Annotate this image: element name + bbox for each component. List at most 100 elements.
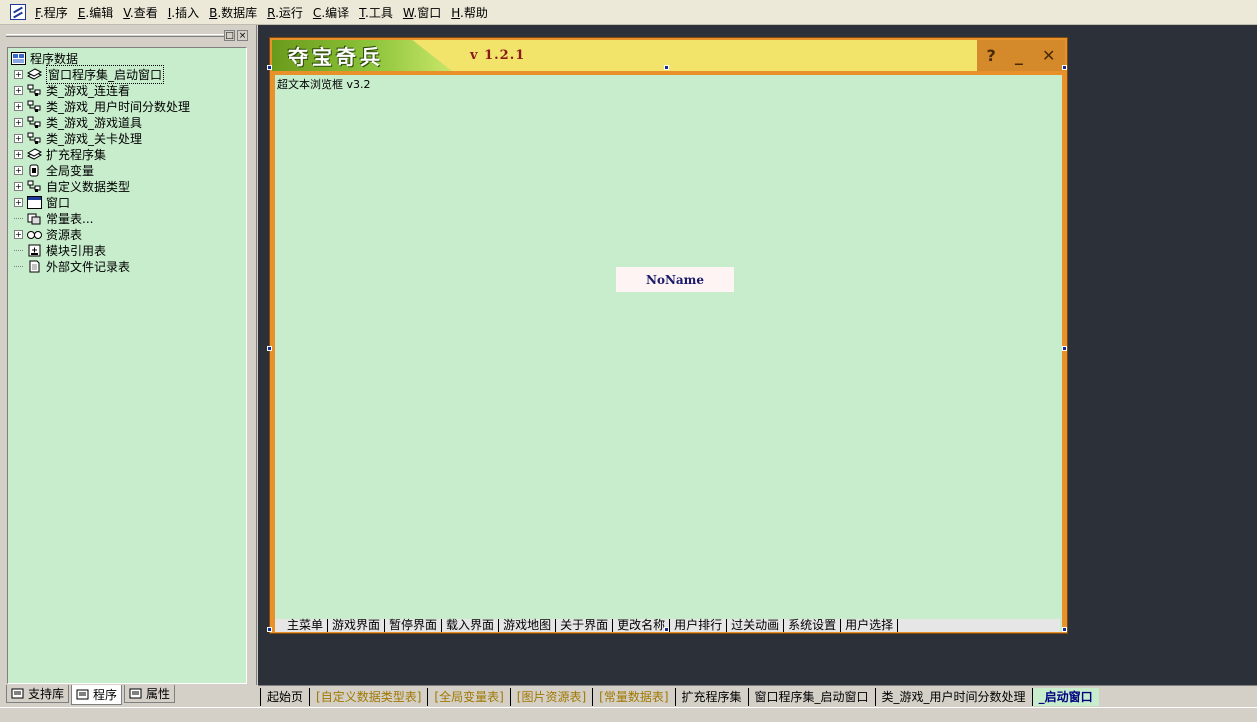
menu-label: .编辑 bbox=[85, 5, 114, 20]
tree-node[interactable]: + 窗口 bbox=[10, 194, 246, 210]
resize-handle[interactable] bbox=[664, 627, 669, 632]
tree-connector bbox=[14, 217, 23, 219]
document-tab[interactable]: 类_游戏_用户时间分数处理 bbox=[874, 687, 1032, 706]
document-tab[interactable]: [全局变量表] bbox=[427, 687, 509, 706]
form-tab[interactable]: 过关动画 bbox=[727, 619, 785, 632]
menu-item[interactable]: H.帮助 bbox=[446, 4, 493, 21]
tree-connector bbox=[14, 249, 23, 251]
menu-item[interactable]: R.运行 bbox=[262, 4, 308, 21]
resize-handle[interactable] bbox=[1062, 65, 1067, 70]
constant-icon bbox=[26, 211, 42, 225]
startup-window-form[interactable]: 夺宝奇兵 v 1.2.1 ? _ ✕ 超文本浏览框 v3.2 NoName 主菜… bbox=[269, 37, 1068, 634]
expand-toggle[interactable]: + bbox=[14, 197, 23, 207]
expand-toggle[interactable]: + bbox=[14, 133, 23, 143]
menu-item[interactable]: V.查看 bbox=[118, 4, 163, 21]
menu-accelerator: H bbox=[451, 5, 461, 20]
menu-item[interactable]: C.编译 bbox=[308, 4, 354, 21]
tree-node[interactable]: + 资源表 bbox=[10, 226, 246, 242]
form-tab[interactable]: 用户排行 bbox=[670, 619, 728, 632]
title-controls: ? _ ✕ bbox=[977, 40, 1065, 71]
expand-toggle[interactable]: + bbox=[14, 165, 23, 175]
document-tab[interactable]: 扩充程序集 bbox=[674, 687, 748, 706]
document-tab[interactable]: 起始页 bbox=[260, 687, 309, 706]
document-tab[interactable]: [自定义数据类型表] bbox=[309, 687, 427, 706]
tree-node[interactable]: + 全局变量 bbox=[10, 162, 246, 178]
expand-toggle[interactable]: + bbox=[14, 69, 23, 79]
tree-node[interactable]: + 窗口程序集_启动窗口 bbox=[10, 64, 246, 84]
help-button[interactable]: ? bbox=[987, 46, 996, 65]
form-tab[interactable]: 更改名称 bbox=[613, 619, 671, 632]
file-icon bbox=[26, 259, 42, 273]
document-tab[interactable]: [图片资源表] bbox=[509, 687, 592, 706]
tree-node-label: 资源表 bbox=[46, 227, 83, 242]
resize-handle[interactable] bbox=[267, 346, 272, 351]
document-tab[interactable]: [常量数据表] bbox=[592, 687, 674, 706]
menu-label: .编译 bbox=[321, 5, 350, 20]
menu-item[interactable]: E.编辑 bbox=[73, 4, 118, 21]
window-icon bbox=[26, 195, 42, 209]
document-tabs: 起始页 [自定义数据类型表] [全局变量表] [图片资源表] [常量数据表] 扩充程序集窗… bbox=[258, 685, 1257, 707]
tree-node[interactable]: + 类_游戏_用户时间分数处理 bbox=[10, 98, 246, 114]
menu-label: .数据库 bbox=[217, 5, 258, 20]
expand-toggle[interactable]: + bbox=[14, 85, 23, 95]
left-tab[interactable]: 程序 bbox=[71, 685, 123, 705]
module-icon bbox=[26, 243, 42, 257]
left-panel-tabs: 支持库 程序 属性 bbox=[0, 685, 257, 707]
menu-item[interactable]: B.数据库 bbox=[204, 4, 262, 21]
resize-handle[interactable] bbox=[664, 65, 669, 70]
variable-icon bbox=[26, 163, 42, 177]
menu-label: .帮助 bbox=[460, 5, 488, 20]
program-icon bbox=[76, 689, 90, 701]
tree-node[interactable]: + 类_游戏_关卡处理 bbox=[10, 130, 246, 146]
form-tab[interactable]: 游戏界面 bbox=[328, 619, 386, 632]
form-tab[interactable]: 系统设置 bbox=[784, 619, 842, 632]
tree-node[interactable]: 常量表... bbox=[10, 210, 246, 226]
resize-handle[interactable] bbox=[1062, 346, 1067, 351]
version-label: v 1.2.1 bbox=[470, 48, 526, 63]
pin-button[interactable]: □ bbox=[224, 30, 235, 41]
close-panel-button[interactable]: × bbox=[237, 30, 248, 41]
panel-header: □ × bbox=[0, 28, 257, 43]
form-tab[interactable]: 载入界面 bbox=[442, 619, 500, 632]
expand-toggle[interactable]: + bbox=[14, 117, 23, 127]
tree-node[interactable]: + 自定义数据类型 bbox=[10, 178, 246, 194]
menu-label: .查看 bbox=[129, 5, 158, 20]
tree-node[interactable]: + 类_游戏_连连看 bbox=[10, 82, 246, 98]
form-client-area[interactable]: 超文本浏览框 v3.2 NoName 主菜单 游戏界面 暂停界面 载入界面 游戏地图 关于… bbox=[275, 75, 1062, 632]
expand-toggle[interactable]: + bbox=[14, 149, 23, 159]
menu-item[interactable]: T.工具 bbox=[354, 4, 398, 21]
form-tab[interactable]: 用户选择 bbox=[841, 619, 899, 632]
menu-item[interactable]: W.窗口 bbox=[398, 4, 446, 21]
resize-handle[interactable] bbox=[267, 65, 272, 70]
library-icon bbox=[11, 688, 25, 700]
left-tab[interactable]: 属性 bbox=[124, 685, 176, 703]
resize-handle[interactable] bbox=[267, 627, 272, 632]
resize-handle[interactable] bbox=[1062, 627, 1067, 632]
tree-node[interactable]: 模块引用表 bbox=[10, 242, 246, 258]
form-tab[interactable]: 主菜单 bbox=[283, 619, 329, 632]
menu-label: .插入 bbox=[171, 5, 200, 20]
expand-toggle[interactable]: + bbox=[14, 181, 23, 191]
resource-icon bbox=[26, 227, 42, 241]
class-icon bbox=[26, 131, 42, 145]
document-tab[interactable]: 窗口程序集_启动窗口 bbox=[747, 687, 875, 706]
menu-item[interactable]: F.程序 bbox=[30, 4, 73, 21]
menu-bar: F.程序 E.编辑 V.查看 I.插入 B.数据库 R.运行 C.编译 T.工具 W.窗口 H.帮… bbox=[0, 0, 1257, 25]
form-tab[interactable]: 游戏地图 bbox=[499, 619, 557, 632]
close-button[interactable]: ✕ bbox=[1042, 46, 1055, 65]
expand-toggle[interactable]: + bbox=[14, 229, 23, 239]
tree-node[interactable]: + 类_游戏_游戏道具 bbox=[10, 114, 246, 130]
menu-accelerator: V bbox=[123, 5, 130, 20]
project-tree[interactable]: 程序数据 + 窗口程序集_启动窗口 + 类_游戏_连连看 + 类_游戏_用户时间分数处理 +… bbox=[7, 47, 247, 684]
minimize-button[interactable]: _ bbox=[1015, 46, 1023, 65]
expand-toggle[interactable]: + bbox=[14, 101, 23, 111]
form-tab[interactable]: 暂停界面 bbox=[385, 619, 443, 632]
menu-item[interactable]: I.插入 bbox=[163, 4, 204, 21]
form-tab[interactable]: 关于界面 bbox=[556, 619, 614, 632]
left-tab[interactable]: 支持库 bbox=[6, 685, 70, 703]
noname-label[interactable]: NoName bbox=[616, 267, 734, 292]
panel-grip[interactable] bbox=[6, 34, 225, 37]
tree-node[interactable]: 外部文件记录表 bbox=[10, 258, 246, 274]
document-tab[interactable]: _启动窗口 bbox=[1031, 687, 1099, 706]
tree-node[interactable]: + 扩充程序集 bbox=[10, 146, 246, 162]
